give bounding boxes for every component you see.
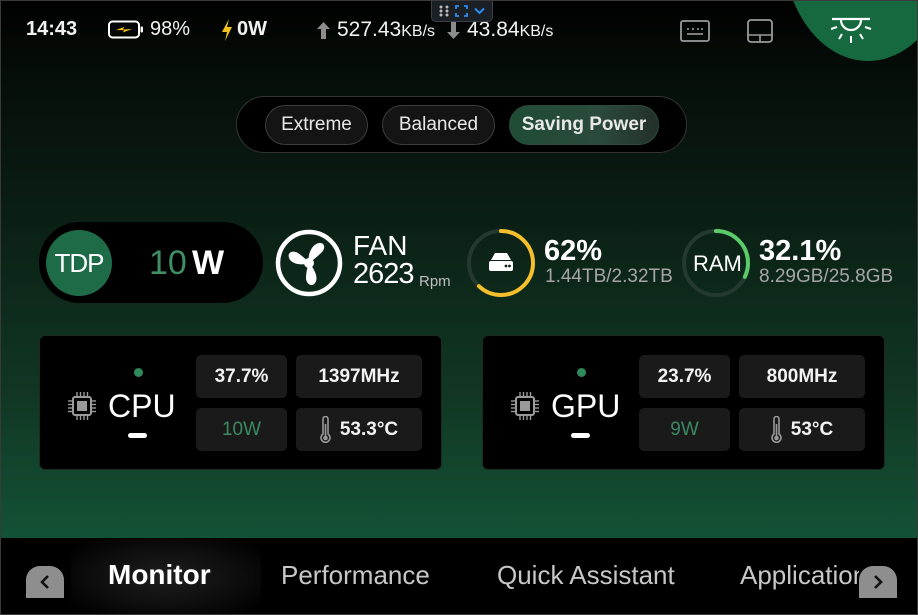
ram-label: RAM (693, 251, 742, 276)
power-mode-selector: Extreme Balanced Saving Power (236, 96, 687, 153)
disk-usage-ring (467, 229, 535, 297)
upload-speed: 527.43KB/s (337, 18, 436, 41)
tab-applications[interactable]: Applications (740, 560, 859, 591)
cpu-card[interactable]: CPU 37.7% 1397MHz 10W 53.3°C (39, 335, 442, 470)
chevron-down-icon[interactable] (474, 7, 485, 15)
nav-next-button[interactable] (859, 566, 897, 598)
power-draw: 0W (237, 18, 267, 40)
gpu-temperature: 53°C (790, 418, 834, 440)
gpu-label: GPU (551, 388, 621, 424)
mode-extreme-button[interactable]: Extreme (265, 105, 368, 145)
cpu-power: 10W (196, 408, 287, 451)
thermometer-icon (771, 415, 782, 443)
disk-percent: 62% (544, 235, 603, 267)
gpu-power: 9W (639, 408, 730, 451)
tdp-value: 10 (149, 244, 187, 282)
mode-balanced-button[interactable]: Balanced (382, 105, 495, 145)
cpu-temperature-cell: 53.3°C (296, 408, 422, 451)
fan-unit: Rpm (419, 273, 451, 290)
chevron-left-icon (40, 575, 49, 589)
lightning-bolt-icon (222, 19, 232, 41)
fan-icon (275, 229, 343, 297)
touchpad-icon[interactable] (747, 19, 773, 43)
cpu-indicator-bar (128, 433, 147, 438)
fan-speed: 2623 (353, 258, 415, 290)
tdp-unit: W (192, 244, 225, 282)
gpu-indicator-bar (571, 433, 590, 438)
cpu-clock: 1397MHz (296, 355, 422, 398)
battery-charging-icon (108, 20, 143, 39)
keyboard-icon[interactable] (680, 20, 710, 42)
tab-quick-assistant[interactable]: Quick Assistant (497, 560, 675, 591)
tdp-control[interactable]: TDP 10 W (39, 222, 263, 303)
chevron-right-icon (874, 575, 883, 589)
mode-saving-power-button[interactable]: Saving Power (509, 105, 659, 145)
fullscreen-icon[interactable] (455, 5, 468, 17)
gpu-card[interactable]: GPU 23.7% 800MHz 9W 53°C (482, 335, 885, 470)
tab-performance[interactable]: Performance (281, 560, 430, 591)
gpu-clock: 800MHz (739, 355, 865, 398)
nav-prev-button[interactable] (26, 566, 64, 598)
clock: 14:43 (26, 18, 78, 40)
ram-percent: 32.1% (759, 235, 842, 267)
tdp-badge: TDP (46, 230, 112, 296)
arrow-down-icon (447, 22, 460, 39)
cpu-status-dot (134, 368, 143, 377)
ram-detail: 8.29GB/25.8GB (759, 266, 894, 287)
status-bar: 14:43 98% 0W 527.43KB/s 43.84KB/s (1, 1, 917, 61)
ceiling-light-icon[interactable] (828, 15, 874, 45)
floating-toolbar (431, 1, 493, 22)
gpu-chip-icon (511, 392, 539, 420)
fan-label: FAN (353, 230, 408, 261)
cpu-chip-icon (68, 392, 96, 420)
gpu-usage: 23.7% (639, 355, 730, 398)
cpu-label: CPU (108, 388, 176, 424)
tab-monitor[interactable]: Monitor (108, 559, 211, 591)
thermometer-icon (320, 415, 331, 443)
drag-grip-icon[interactable] (439, 5, 449, 17)
disk-detail: 1.44TB/2.32TB (545, 266, 673, 287)
gpu-status-dot (577, 368, 586, 377)
arrow-up-icon (317, 22, 330, 39)
battery-percent: 98% (150, 18, 191, 40)
bottom-nav: Monitor Performance Quick Assistant Appl… (1, 538, 917, 614)
hard-drive-icon (489, 253, 513, 271)
cpu-temperature: 53.3°C (339, 418, 399, 440)
cpu-usage: 37.7% (196, 355, 287, 398)
gpu-temperature-cell: 53°C (739, 408, 865, 451)
app-screen: 14:43 98% 0W 527.43KB/s 43.84KB/s Extrem… (0, 0, 918, 615)
